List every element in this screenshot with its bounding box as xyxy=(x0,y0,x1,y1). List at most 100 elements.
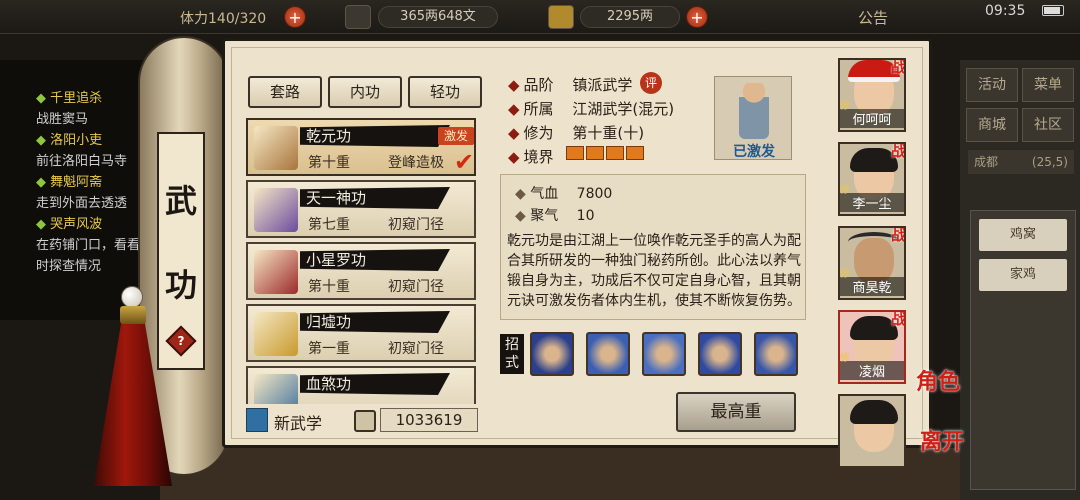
stat-row: ◆ 聚气 10 xyxy=(515,208,595,224)
max-level-button[interactable]: 最高重 xyxy=(676,392,796,432)
skill-name: 归墟功 xyxy=(300,311,450,333)
shop-button[interactable]: 商城 xyxy=(966,108,1018,142)
diamond-icon: ◆ xyxy=(508,76,520,94)
realm-row: ◆ 境界 xyxy=(508,146,554,167)
skill-scroll-icon xyxy=(254,126,298,170)
move-icon[interactable] xyxy=(754,332,798,376)
skill-name: 乾元功 xyxy=(300,125,450,147)
meditating-figure-icon xyxy=(739,83,769,139)
skill-list[interactable]: 乾元功 激发 第十重 登峰造极 ✔ 天一神功 第七重 初窥门径 小星罗功 第十重… xyxy=(240,112,482,404)
notice-button[interactable]: 公告 xyxy=(858,7,888,28)
tab-inner-skill[interactable]: 内功 xyxy=(328,76,402,108)
character-card[interactable]: 何呵呵 战 修 xyxy=(838,58,906,132)
tab-routine[interactable]: 套路 xyxy=(248,76,322,108)
stat-label: 气血 xyxy=(530,186,559,202)
battle-tag: 战 xyxy=(890,310,906,328)
menu-button[interactable]: 菜单 xyxy=(1022,68,1074,102)
cultivate-tag: 修 xyxy=(840,269,850,280)
move-icon[interactable] xyxy=(586,332,630,376)
move-icon[interactable] xyxy=(530,332,574,376)
stamina-label: 体力 xyxy=(180,11,208,27)
skill-portrait: 已激发 xyxy=(714,76,792,160)
quest-title[interactable]: 舞魁阿斋 xyxy=(50,175,102,190)
clock: 09:35 xyxy=(985,3,1026,19)
activated-badge: 激发 xyxy=(438,127,474,145)
skill-level: 第一重 xyxy=(308,341,350,357)
gold-display: 2295两 xyxy=(580,6,680,28)
skill-card[interactable]: 天一神功 第七重 初窥门径 xyxy=(246,180,476,238)
quest-title[interactable]: 洛阳小吏 xyxy=(50,133,102,148)
character-card[interactable]: 商昊乾 战 修 xyxy=(838,226,906,300)
diamond-icon: ◆ xyxy=(508,124,520,142)
scroll-title-char: 功 xyxy=(164,266,197,304)
role-button[interactable]: 角色 xyxy=(916,364,966,396)
list-item[interactable]: 鸡窝 xyxy=(979,219,1067,251)
skill-card[interactable]: 小星罗功 第十重 初窥门径 xyxy=(246,242,476,300)
leave-button[interactable]: 离开 xyxy=(920,424,970,456)
money-display: 365两648文 xyxy=(378,6,498,28)
battle-tag: 战 xyxy=(890,58,906,76)
character-card[interactable]: 李一尘 战 修 xyxy=(838,142,906,216)
skill-level: 第七重 xyxy=(308,217,350,233)
tab-light-skill[interactable]: 轻功 xyxy=(408,76,482,108)
activity-button[interactable]: 活动 xyxy=(966,68,1018,102)
quest-title[interactable]: 哭声风波 xyxy=(50,217,102,232)
skill-scroll-icon xyxy=(254,188,298,232)
cultivate-tag: 修 xyxy=(840,353,850,364)
belong-label: 所属 xyxy=(523,100,554,118)
skill-description: 乾元功是由江湖上一位唤作乾元圣手的高人为配合其所研发的一种独门秘药所创。此心法以… xyxy=(507,233,801,309)
skill-rank: 初窥门径 xyxy=(388,217,444,233)
battery-icon xyxy=(1042,5,1064,16)
diamond-icon: ◆ xyxy=(508,100,520,118)
move-icon[interactable] xyxy=(698,332,742,376)
character-card[interactable] xyxy=(838,394,906,468)
help-icon: ? xyxy=(177,334,185,348)
grade-value: 镇派武学 xyxy=(572,76,633,94)
gold-ingot-icon xyxy=(548,5,574,29)
review-button[interactable]: 评 xyxy=(640,72,662,94)
hair-icon xyxy=(850,400,898,424)
list-item[interactable]: 家鸡 xyxy=(979,259,1067,291)
quest-title[interactable]: 千里追杀 xyxy=(50,91,102,106)
skill-rank: 初窥门径 xyxy=(388,341,444,357)
realm-segment xyxy=(566,146,584,160)
moves-label: 招式 xyxy=(500,334,524,374)
location-name: 成都 xyxy=(974,155,999,169)
character-card[interactable]: 凌烟 战 修 xyxy=(838,310,906,384)
silver-icon xyxy=(345,5,371,29)
skill-level: 第十重 xyxy=(308,279,350,295)
skill-card[interactable]: 乾元功 激发 第十重 登峰造极 ✔ xyxy=(246,118,476,176)
grade-row: ◆ 品阶 镇派武学 xyxy=(508,74,632,95)
add-stamina-button[interactable]: + xyxy=(284,6,306,28)
location-bar: 成都 (25,5) xyxy=(968,150,1074,174)
skill-scroll-icon xyxy=(254,374,298,404)
manual-icon xyxy=(354,410,376,432)
location-coords: (25,5) xyxy=(1031,155,1068,169)
grade-label: 品阶 xyxy=(523,76,554,94)
realm-label: 境界 xyxy=(523,148,554,166)
new-skill-book-icon xyxy=(246,408,268,432)
cultivation-row: ◆ 修为 第十重(十) xyxy=(508,122,644,143)
stat-value: 10 xyxy=(576,208,595,224)
battle-tag: 战 xyxy=(890,142,906,160)
checkmark-icon: ✔ xyxy=(454,148,475,176)
skill-rank: 初窥门径 xyxy=(388,279,444,295)
new-skill-button[interactable]: 新武学 xyxy=(246,408,346,434)
skill-level: 第十重 xyxy=(308,155,350,171)
skill-card[interactable]: 血煞功 xyxy=(246,366,476,404)
top-bar xyxy=(0,0,1080,34)
skill-card[interactable]: 归墟功 第一重 初窥门径 xyxy=(246,304,476,362)
skill-name: 小星罗功 xyxy=(300,249,450,271)
skill-name: 天一神功 xyxy=(300,187,450,209)
add-gold-button[interactable]: + xyxy=(686,6,708,28)
jade-bead xyxy=(121,286,143,308)
realm-segment xyxy=(606,146,624,160)
battle-tag: 战 xyxy=(890,226,906,244)
realm-segment xyxy=(626,146,644,160)
skill-book-icon xyxy=(254,312,298,356)
stamina-value: 140/320 xyxy=(208,11,267,27)
cultivation-value: 第十重(十) xyxy=(572,124,645,142)
community-button[interactable]: 社区 xyxy=(1022,108,1074,142)
move-icon[interactable] xyxy=(642,332,686,376)
belong-row: ◆ 所属 江湖武学(混元) xyxy=(508,98,674,119)
